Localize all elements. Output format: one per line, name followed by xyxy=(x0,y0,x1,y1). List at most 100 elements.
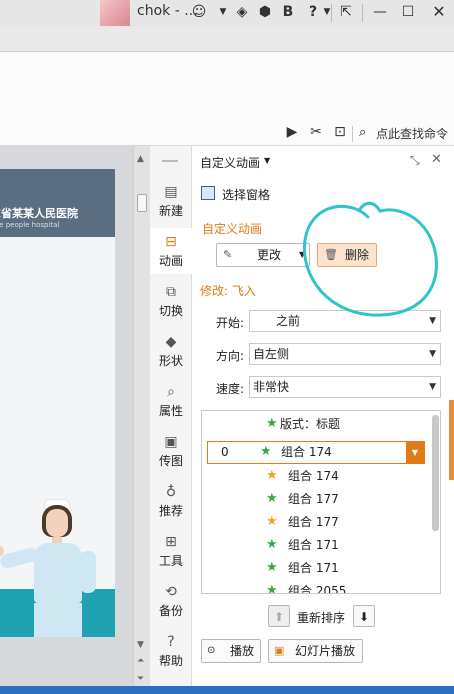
transition-icon: ⧉ xyxy=(166,284,176,300)
nav-item-label: 备份 xyxy=(158,604,183,618)
speed-dropdown[interactable]: 非常快 ▼ xyxy=(249,376,441,398)
minimize-icon[interactable]: — xyxy=(371,3,389,21)
page-down-icon[interactable]: ⏷ xyxy=(137,674,144,684)
slide-hospital-name: XX省某某人民医院 xyxy=(0,207,78,220)
chevron-down-icon: ▼ xyxy=(429,382,436,392)
arrow-up-icon: ⬆ xyxy=(273,610,285,624)
list-item[interactable]: ★ 组合 174 xyxy=(210,465,432,488)
annotation-circle xyxy=(303,201,438,317)
maximize-icon[interactable]: ☐ xyxy=(399,3,417,21)
chevron-down-icon[interactable]: ▼ xyxy=(406,442,424,463)
play-button[interactable]: ⊙ 播放 xyxy=(201,639,261,663)
list-item[interactable]: ★ 版式：标题 xyxy=(210,413,432,436)
skin-icon[interactable]: ⬢ xyxy=(256,3,274,21)
nav-item-label: 属性 xyxy=(158,404,183,418)
list-item-label: 组合 174 xyxy=(281,445,332,459)
list-item[interactable]: ★ 组合 171 xyxy=(210,557,432,580)
list-item-label: 组合 177 xyxy=(288,515,339,529)
direction-dropdown[interactable]: 自左侧 ▼ xyxy=(249,343,441,365)
list-item[interactable]: ★ 组合 2055 xyxy=(210,580,432,594)
dock-icon[interactable]: ⤡ xyxy=(410,153,420,168)
chevron-down-icon[interactable]: ▼ xyxy=(214,3,232,21)
modify-label: 修改: 飞入 xyxy=(200,284,256,298)
toolbox-icon: ⊞ xyxy=(165,534,177,550)
nav-item-label: 新建 xyxy=(158,204,183,218)
slideshow-button[interactable]: ▣ 幻灯片播放 xyxy=(268,639,363,663)
divider xyxy=(352,126,353,142)
list-item-selected[interactable]: 0 ★ 组合 174 ▼ xyxy=(207,441,425,464)
scroll-thumb[interactable] xyxy=(137,194,147,212)
scroll-up-icon[interactable]: ▲ xyxy=(137,154,144,164)
shapes-icon: ◆ xyxy=(165,334,177,350)
nav-item-new[interactable]: ▤ 新建 xyxy=(150,178,192,224)
select-pane-link[interactable]: 选择窗格 xyxy=(222,186,270,203)
nurse-image xyxy=(0,499,102,637)
divider xyxy=(362,4,363,22)
speed-label: 速度: xyxy=(216,382,245,396)
exit-fullscreen-icon[interactable]: ⇱ xyxy=(337,3,355,21)
list-item-index: 0 xyxy=(221,445,229,459)
nav-item-help[interactable]: ? 帮助 xyxy=(150,628,192,674)
change-label: 更改 xyxy=(257,248,282,262)
section-title: 自定义动画 xyxy=(202,222,263,236)
nav-item-recommend[interactable]: ♁ 推荐 xyxy=(150,478,192,524)
nav-item-properties[interactable]: ⌕ 属性 xyxy=(150,378,192,424)
search-command[interactable]: 点此查找命令 xyxy=(376,125,448,142)
close-icon[interactable]: ✕ xyxy=(431,152,442,167)
slide-scrollbar[interactable]: ▲ ▼ ⏶ ⏷ xyxy=(133,146,150,694)
nav-item-backup[interactable]: ⟲ 备份 xyxy=(150,578,192,624)
nav-item-label: 传图 xyxy=(158,454,183,468)
move-down-button[interactable]: ⬇ xyxy=(353,605,375,627)
scroll-down-icon[interactable]: ▼ xyxy=(137,640,144,650)
comment-icon[interactable]: ⊡ xyxy=(331,123,349,141)
move-up-button[interactable]: ⬆ xyxy=(268,605,290,627)
list-item[interactable]: ★ 组合 177 xyxy=(210,488,432,511)
animation-list[interactable]: ★ 版式：标题 0 ★ 组合 174 ▼ ★ 组合 174 ★ 组合 177 ★… xyxy=(201,410,441,594)
nav-item-label: 帮助 xyxy=(158,654,183,668)
star-icon: ★ xyxy=(260,444,272,459)
start-label: 开始: xyxy=(216,316,245,330)
taskbar-strip xyxy=(0,686,454,694)
slide-canvas[interactable]: XX省某某人民医院 the people hospital xyxy=(0,169,115,637)
page-up-icon[interactable]: ⏶ xyxy=(137,656,144,666)
nav-item-label: 形状 xyxy=(158,354,183,368)
list-item-label: 版式：标题 xyxy=(280,417,341,431)
nav-item-label: 动画 xyxy=(158,254,183,268)
search-icon[interactable]: ⌕ xyxy=(359,125,366,140)
nav-item-upload-image[interactable]: ▣ 传图 xyxy=(150,428,192,474)
list-item[interactable]: ★ 组合 177 xyxy=(210,511,432,534)
list-scrollbar-thumb[interactable] xyxy=(432,415,439,531)
title-bar: chok - ... ☺ ▼ ◈ ⬢ B ? ▼ ⇱ — ☐ ✕ xyxy=(0,0,454,26)
user-name[interactable]: chok - ... xyxy=(137,3,198,19)
nav-item-animation[interactable]: ⊟ 动画 xyxy=(150,228,192,274)
list-item-label: 组合 171 xyxy=(288,561,339,575)
edge-tab[interactable] xyxy=(449,400,454,480)
list-item[interactable]: ★ 组合 171 xyxy=(210,534,432,557)
new-icon: ▤ xyxy=(164,184,178,200)
nav-item-shapes[interactable]: ◆ 形状 xyxy=(150,328,192,374)
nav-item-label: 工具 xyxy=(158,554,183,568)
close-icon[interactable]: ✕ xyxy=(430,3,448,21)
bold-icon[interactable]: B xyxy=(279,3,297,21)
star-icon: ★ xyxy=(266,514,278,529)
panel-title[interactable]: 自定义动画 xyxy=(200,154,260,171)
nav-item-transition[interactable]: ⧉ 切换 xyxy=(150,278,192,324)
nav-item-tools[interactable]: ⊞ 工具 xyxy=(150,528,192,574)
chevron-down-icon[interactable]: ▼ xyxy=(318,3,336,21)
star-icon: ★ xyxy=(266,491,278,506)
pencil-icon: ✎ xyxy=(223,248,233,261)
chevron-down-icon[interactable]: ▼ xyxy=(264,156,270,165)
nav-item-label: 切换 xyxy=(158,304,183,318)
arrow-down-icon: ⬇ xyxy=(358,610,370,624)
present-icon[interactable]: ▶ xyxy=(283,123,301,141)
emoji-icon[interactable]: ☺ xyxy=(190,3,208,21)
list-item-label: 组合 171 xyxy=(288,538,339,552)
slideshow-icon: ▣ xyxy=(274,644,285,657)
star-icon: ★ xyxy=(266,560,278,575)
play-icon: ⊙ xyxy=(207,645,216,656)
recommend-icon: ♁ xyxy=(165,484,177,500)
tools-icon[interactable]: ✂ xyxy=(307,123,325,141)
avatar-icon[interactable] xyxy=(100,0,130,26)
toolband xyxy=(0,26,454,52)
cube-icon[interactable]: ◈ xyxy=(233,3,251,21)
